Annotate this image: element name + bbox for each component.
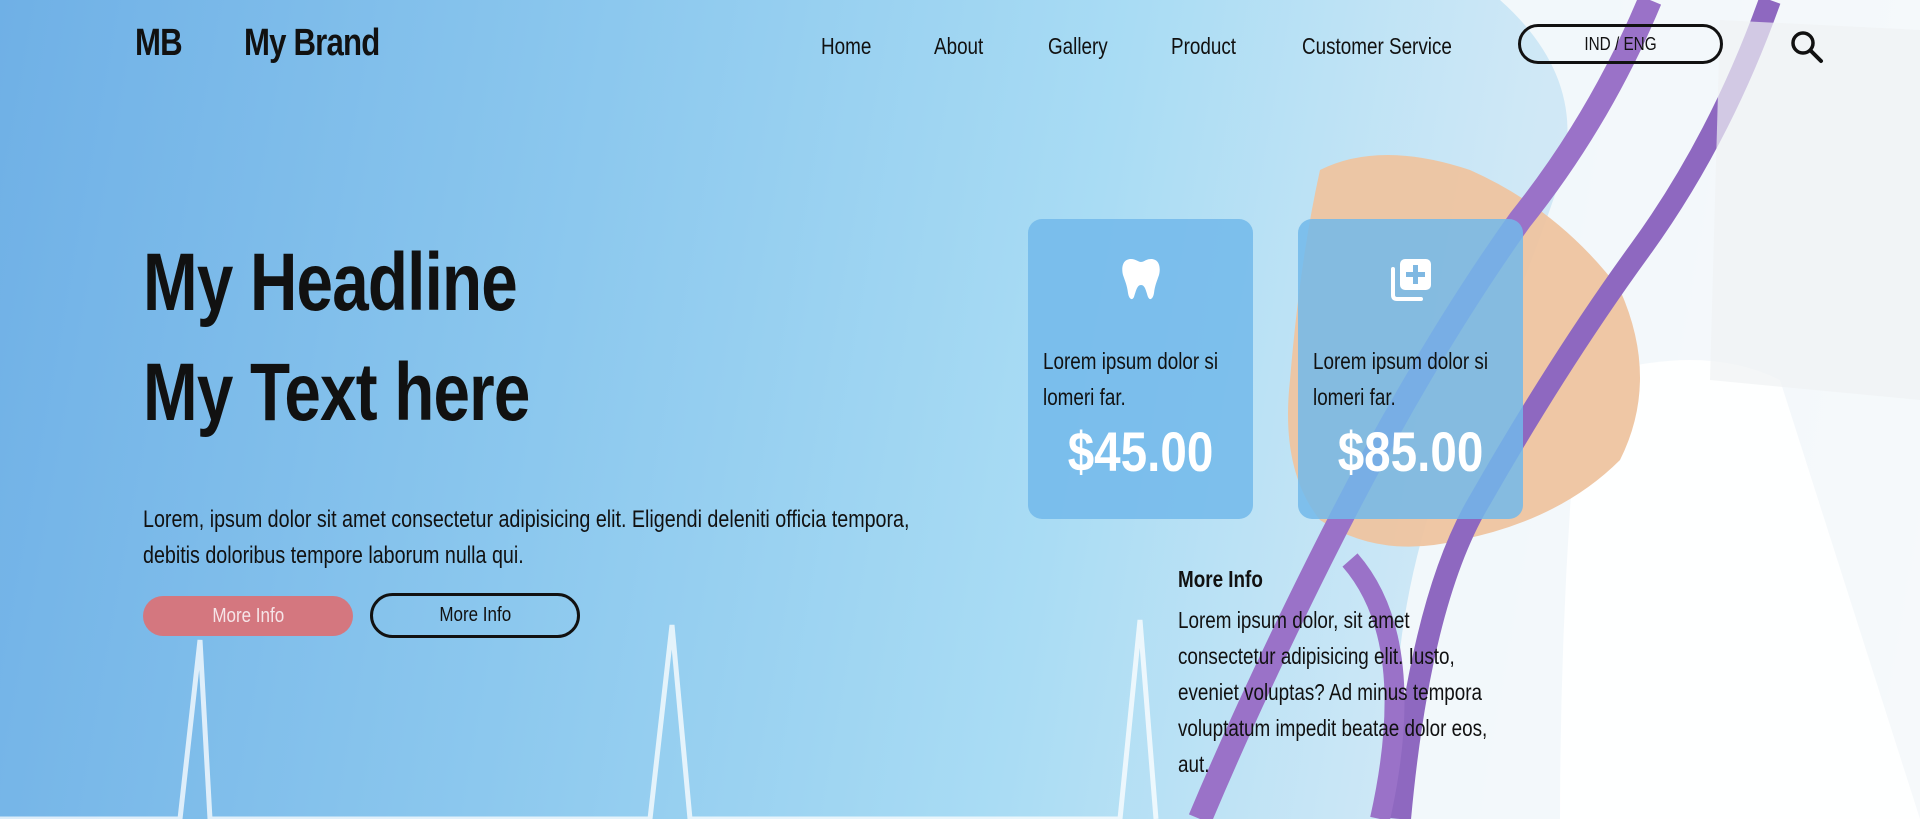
nav-customer-service[interactable]: Customer Service <box>1302 33 1452 60</box>
hero-headline: My Headline My Text here <box>143 228 530 448</box>
medical-copy-plus-icon <box>1390 259 1431 301</box>
language-toggle-label: IND / ENG <box>1584 33 1657 54</box>
card-price: $85.00 <box>1337 420 1484 483</box>
headline-line-1: My Headline <box>143 237 518 328</box>
more-info-primary-button[interactable]: More Info <box>143 596 353 636</box>
card-description: Lorem ipsum dolor si lomeri far. <box>1313 348 1489 410</box>
more-info-heading: More Info <box>1178 566 1263 592</box>
price-card-dental[interactable]: Lorem ipsum dolor si lomeri far. $45.00 <box>1028 219 1253 519</box>
card-description: Lorem ipsum dolor si lomeri far. <box>1043 348 1219 410</box>
brand-name[interactable]: My Brand <box>244 22 380 65</box>
nav-home[interactable]: Home <box>821 33 871 60</box>
more-info-secondary-label: More Info <box>439 604 511 626</box>
hero-lead-text: Lorem, ipsum dolor sit amet consectetur … <box>143 506 910 569</box>
tooth-icon <box>1121 259 1160 300</box>
more-info-primary-label: More Info <box>212 604 284 627</box>
nav-product[interactable]: Product <box>1171 33 1236 60</box>
price-card-medical[interactable]: Lorem ipsum dolor si lomeri far. $85.00 <box>1298 219 1523 519</box>
more-info-text: Lorem ipsum dolor, sit amet consectetur … <box>1178 607 1488 777</box>
site-header: MB My Brand Home About Gallery Product C… <box>0 0 1920 100</box>
search-icon[interactable] <box>1790 30 1824 64</box>
nav-gallery[interactable]: Gallery <box>1048 33 1108 60</box>
nav-about[interactable]: About <box>934 33 983 60</box>
more-info-secondary-button[interactable]: More Info <box>370 593 580 638</box>
headline-line-2: My Text here <box>143 347 530 438</box>
card-price: $45.00 <box>1067 420 1214 483</box>
brand-logo[interactable]: MB <box>135 22 183 65</box>
language-toggle-button[interactable]: IND / ENG <box>1518 24 1723 64</box>
